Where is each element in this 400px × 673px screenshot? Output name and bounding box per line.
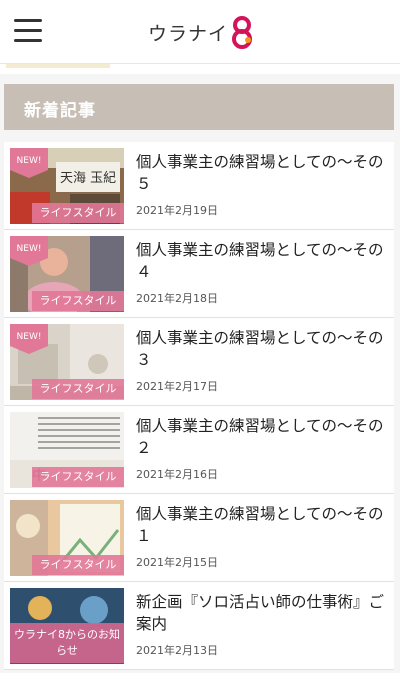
article-item[interactable]: ウラナイ8からのお知らせ 新企画『ソロ活占い師の仕事術』ご案内 2021年2月1…	[4, 582, 394, 670]
article-title[interactable]: 個人事業主の練習場としての〜その３	[136, 327, 386, 371]
hamburger-icon[interactable]	[14, 19, 42, 43]
article-list: 天海 玉紀 NEW! ライフスタイル 個人事業主の練習場としての〜その５ 202…	[4, 142, 394, 670]
category-label: ライフスタイル	[32, 203, 124, 223]
article-title[interactable]: 新企画『ソロ活占い師の仕事術』ご案内	[136, 591, 386, 635]
article-item[interactable]: 天海 玉紀 NEW! ライフスタイル 個人事業主の練習場としての〜その５ 202…	[4, 142, 394, 230]
category-label: ライフスタイル	[32, 467, 124, 487]
logo-8-icon	[232, 16, 253, 49]
section-header: 新着記事	[4, 84, 394, 130]
section-title: 新着記事	[24, 101, 96, 121]
app-header: ウラナイ	[0, 0, 400, 64]
previous-content-strip	[0, 64, 400, 74]
category-label: ライフスタイル	[32, 379, 124, 399]
article-item[interactable]: 中 ライフスタイル 個人事業主の練習場としての〜その２ 2021年2月16日	[4, 406, 394, 494]
article-date: 2021年2月17日	[136, 380, 218, 393]
article-title[interactable]: 個人事業主の練習場としての〜その５	[136, 151, 386, 195]
article-date: 2021年2月15日	[136, 556, 218, 569]
new-badge: NEW!	[10, 236, 48, 266]
article-title[interactable]: 個人事業主の練習場としての〜その４	[136, 239, 386, 283]
new-badge: NEW!	[10, 324, 48, 354]
category-label: ライフスタイル	[32, 291, 124, 311]
article-title[interactable]: 個人事業主の練習場としての〜その２	[136, 415, 386, 459]
logo-text: ウラナイ	[148, 22, 229, 45]
category-label: ライフスタイル	[32, 555, 124, 575]
article-title[interactable]: 個人事業主の練習場としての〜その１	[136, 503, 386, 547]
article-date: 2021年2月19日	[136, 204, 218, 217]
article-item[interactable]: ライフスタイル 個人事業主の練習場としての〜その１ 2021年2月15日	[4, 494, 394, 582]
article-item[interactable]: NEW! ライフスタイル 個人事業主の練習場としての〜その３ 2021年2月17…	[4, 318, 394, 406]
article-date: 2021年2月13日	[136, 644, 218, 657]
new-badge: NEW!	[10, 148, 48, 178]
article-date: 2021年2月18日	[136, 292, 218, 305]
category-label: ウラナイ8からのお知らせ	[10, 623, 124, 663]
article-date: 2021年2月16日	[136, 468, 218, 481]
article-item[interactable]: NEW! ライフスタイル 個人事業主の練習場としての〜その４ 2021年2月18…	[4, 230, 394, 318]
svg-text:天海 玉紀: 天海 玉紀	[60, 171, 116, 186]
site-logo[interactable]: ウラナイ	[148, 14, 255, 50]
